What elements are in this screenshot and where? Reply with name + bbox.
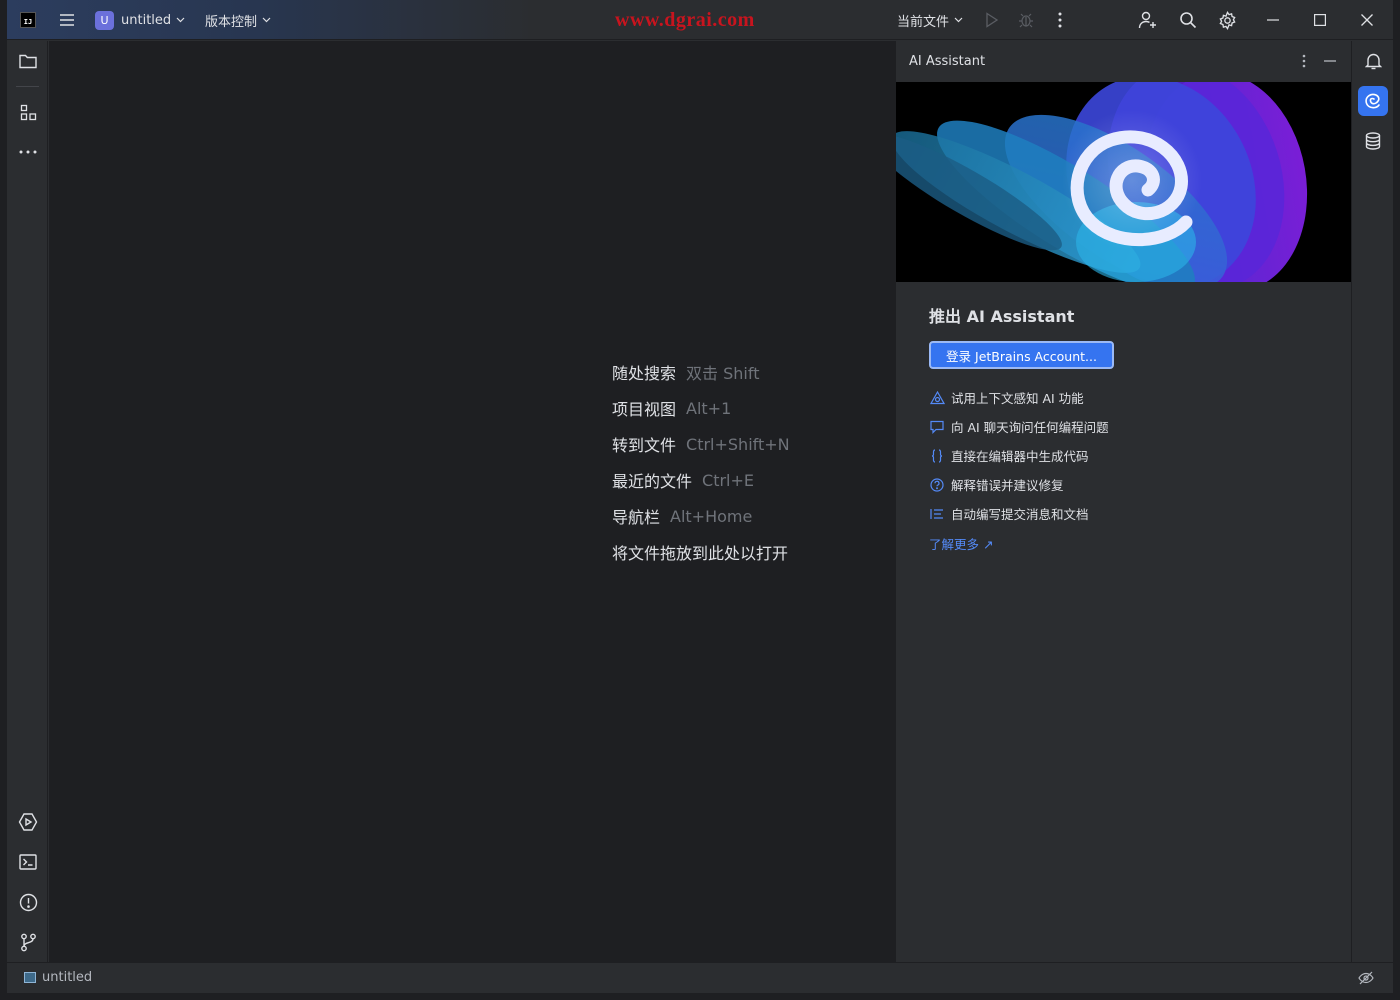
feature-list: 试用上下文感知 AI 功能 向 AI 聊天询问任何编程问题 直接在编辑器中生成代… xyxy=(929,383,1329,528)
editor-hints: 随处搜索 双击 Shift 项目视图 Alt+1 转到文件 Ctrl+Shift… xyxy=(612,354,790,570)
chevron-down-icon xyxy=(954,17,963,23)
add-user-icon[interactable] xyxy=(1137,0,1159,40)
more-icon[interactable] xyxy=(1050,0,1070,40)
hint-goto-file: 转到文件 Ctrl+Shift+N xyxy=(612,426,790,462)
feature-text: 向 AI 聊天询问任何编程问题 xyxy=(951,420,1109,435)
search-icon[interactable] xyxy=(1177,0,1199,40)
terminal-icon[interactable] xyxy=(15,849,41,875)
hint-shortcut: Alt+1 xyxy=(686,398,732,418)
question-icon xyxy=(929,477,945,493)
hint-shortcut: Alt+Home xyxy=(670,506,753,526)
right-tool-stripe xyxy=(1351,41,1393,962)
chevron-down-icon xyxy=(262,17,271,23)
ai-assistant-panel: AI Assistant 推出 AI Assistant 登录 JetBrain… xyxy=(895,41,1351,962)
hint-shortcut: Ctrl+Shift+N xyxy=(686,434,790,454)
hide-panel-icon[interactable] xyxy=(1320,51,1340,71)
ai-panel-title: AI Assistant xyxy=(909,53,986,69)
hint-action: 将文件拖放到此处以打开 xyxy=(612,544,789,563)
panel-options-icon[interactable] xyxy=(1294,51,1314,71)
hint-drop-files: 将文件拖放到此处以打开 xyxy=(612,534,790,570)
hint-action: 项目视图 xyxy=(612,400,677,419)
close-icon[interactable] xyxy=(1356,0,1378,40)
more-tools-icon[interactable] xyxy=(15,139,41,165)
chevron-down-icon xyxy=(176,17,185,23)
project-name: untitled xyxy=(121,12,172,28)
divider xyxy=(16,86,39,87)
ai-intro: 推出 AI Assistant 登录 JetBrains Account... … xyxy=(929,303,1329,556)
feature-text: 试用上下文感知 AI 功能 xyxy=(951,391,1084,406)
hint-recent-files: 最近的文件 Ctrl+E xyxy=(612,462,790,498)
hint-search-everywhere: 随处搜索 双击 Shift xyxy=(612,354,790,390)
vcs-label: 版本控制 xyxy=(205,14,258,30)
ai-assistant-icon[interactable] xyxy=(1358,86,1388,116)
feature-item: 解释错误并建议修复 xyxy=(929,470,1329,499)
watermark: www.dgrai.com xyxy=(615,9,755,31)
run-config-label: 当前文件 xyxy=(897,14,950,30)
context-icon xyxy=(929,390,945,406)
ai-heading: 推出 AI Assistant xyxy=(929,307,1075,326)
hint-shortcut: 双击 Shift xyxy=(686,364,760,383)
hint-action: 导航栏 xyxy=(612,508,661,527)
module-icon xyxy=(24,972,36,983)
hint-action: 转到文件 xyxy=(612,436,677,455)
project-badge: U xyxy=(95,10,114,30)
commit-doc-icon xyxy=(929,506,945,522)
vcs-menu[interactable]: 版本控制 xyxy=(205,0,271,40)
project-folder-icon[interactable] xyxy=(15,48,41,74)
status-project-breadcrumb[interactable]: untitled xyxy=(24,970,92,985)
main-menu-icon[interactable] xyxy=(56,0,78,40)
project-selector[interactable]: U untitled xyxy=(95,0,185,40)
feature-item: 向 AI 聊天询问任何编程问题 xyxy=(929,412,1329,441)
feature-item: 自动编写提交消息和文档 xyxy=(929,499,1329,528)
ai-banner-image xyxy=(896,82,1351,282)
status-project-name: untitled xyxy=(42,970,93,985)
hint-navigation-bar: 导航栏 Alt+Home xyxy=(612,498,790,534)
chat-icon xyxy=(929,419,945,435)
left-tool-stripe xyxy=(7,41,48,962)
run-config-selector[interactable]: 当前文件 xyxy=(897,0,963,40)
login-jetbrains-button[interactable]: 登录 JetBrains Account... xyxy=(929,341,1114,369)
power-save-icon[interactable] xyxy=(1358,970,1374,986)
feature-item: 直接在编辑器中生成代码 xyxy=(929,441,1329,470)
feature-text: 解释错误并建议修复 xyxy=(951,478,1064,493)
debug-icon[interactable] xyxy=(1016,0,1036,40)
feature-text: 直接在编辑器中生成代码 xyxy=(951,449,1089,464)
status-bar: untitled xyxy=(7,962,1393,993)
structure-icon[interactable] xyxy=(15,99,41,125)
hint-project-view: 项目视图 Alt+1 xyxy=(612,390,790,426)
code-brackets-icon xyxy=(929,448,945,464)
ide-logo[interactable]: IJ xyxy=(20,12,36,28)
run-icon[interactable] xyxy=(982,0,1002,40)
hint-action: 最近的文件 xyxy=(612,472,693,491)
feature-text: 自动编写提交消息和文档 xyxy=(951,507,1089,522)
notifications-icon[interactable] xyxy=(1358,46,1388,76)
ide-window: IJ U untitled 版本控制 www.dgrai.com 当前文件 随处… xyxy=(7,0,1393,993)
learn-more-link[interactable]: 了解更多 ↗ xyxy=(929,530,1329,556)
git-icon[interactable] xyxy=(15,929,41,955)
minimize-icon[interactable] xyxy=(1262,0,1284,40)
problems-icon[interactable] xyxy=(15,889,41,915)
feature-item: 试用上下文感知 AI 功能 xyxy=(929,383,1329,412)
hint-shortcut: Ctrl+E xyxy=(702,470,754,490)
maximize-icon[interactable] xyxy=(1309,0,1331,40)
settings-icon[interactable] xyxy=(1216,0,1238,40)
services-icon[interactable] xyxy=(15,809,41,835)
editor-empty-state[interactable]: 随处搜索 双击 Shift 项目视图 Alt+1 转到文件 Ctrl+Shift… xyxy=(49,41,895,962)
database-icon[interactable] xyxy=(1358,126,1388,156)
ai-panel-header: AI Assistant xyxy=(896,41,1352,81)
title-bar: IJ U untitled 版本控制 www.dgrai.com 当前文件 xyxy=(7,0,1393,40)
hint-action: 随处搜索 xyxy=(612,364,677,383)
